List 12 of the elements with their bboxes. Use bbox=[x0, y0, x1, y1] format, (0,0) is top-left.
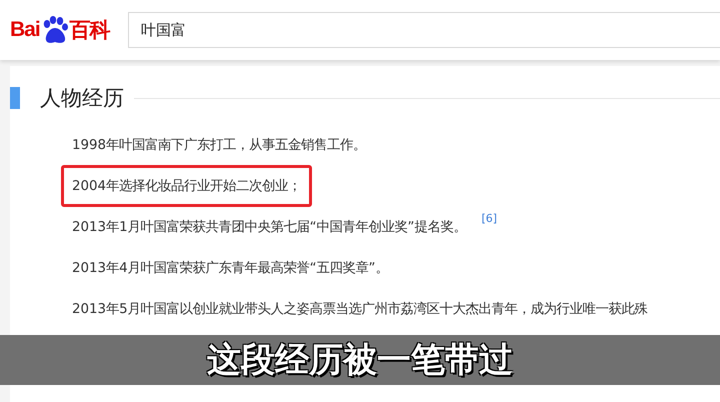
logo-text: 百科 bbox=[70, 18, 110, 44]
search-field[interactable]: 叶国富 bbox=[128, 12, 720, 48]
heading-marker bbox=[10, 87, 20, 109]
timeline-entry: 2013年4月叶国富荣获广东青年最高荣誉“五四奖章”。 bbox=[71, 260, 390, 278]
highlighted-entry: 2004年选择化妆品行业开始二次创业； bbox=[61, 164, 312, 206]
citation-link[interactable]: [6] bbox=[481, 212, 498, 225]
timeline-entry: 2013年1月叶国富荣获共青团中央第七届“中国青年创业奖”提名奖。 bbox=[71, 218, 468, 236]
timeline-entry: 1998年叶国富南下广东打工，从事五金销售工作。 bbox=[71, 136, 368, 154]
subtitle-text: 这段经历被一笔带过 bbox=[207, 339, 513, 382]
logo-text: Bai bbox=[10, 18, 40, 42]
timeline-entry: 2013年5月叶国富以创业就业带头人之姿高票当选广州市荔湾区十大杰出青年，成为行业唯一获此殊 bbox=[71, 300, 649, 318]
section-heading: 人物经历 bbox=[40, 85, 124, 112]
